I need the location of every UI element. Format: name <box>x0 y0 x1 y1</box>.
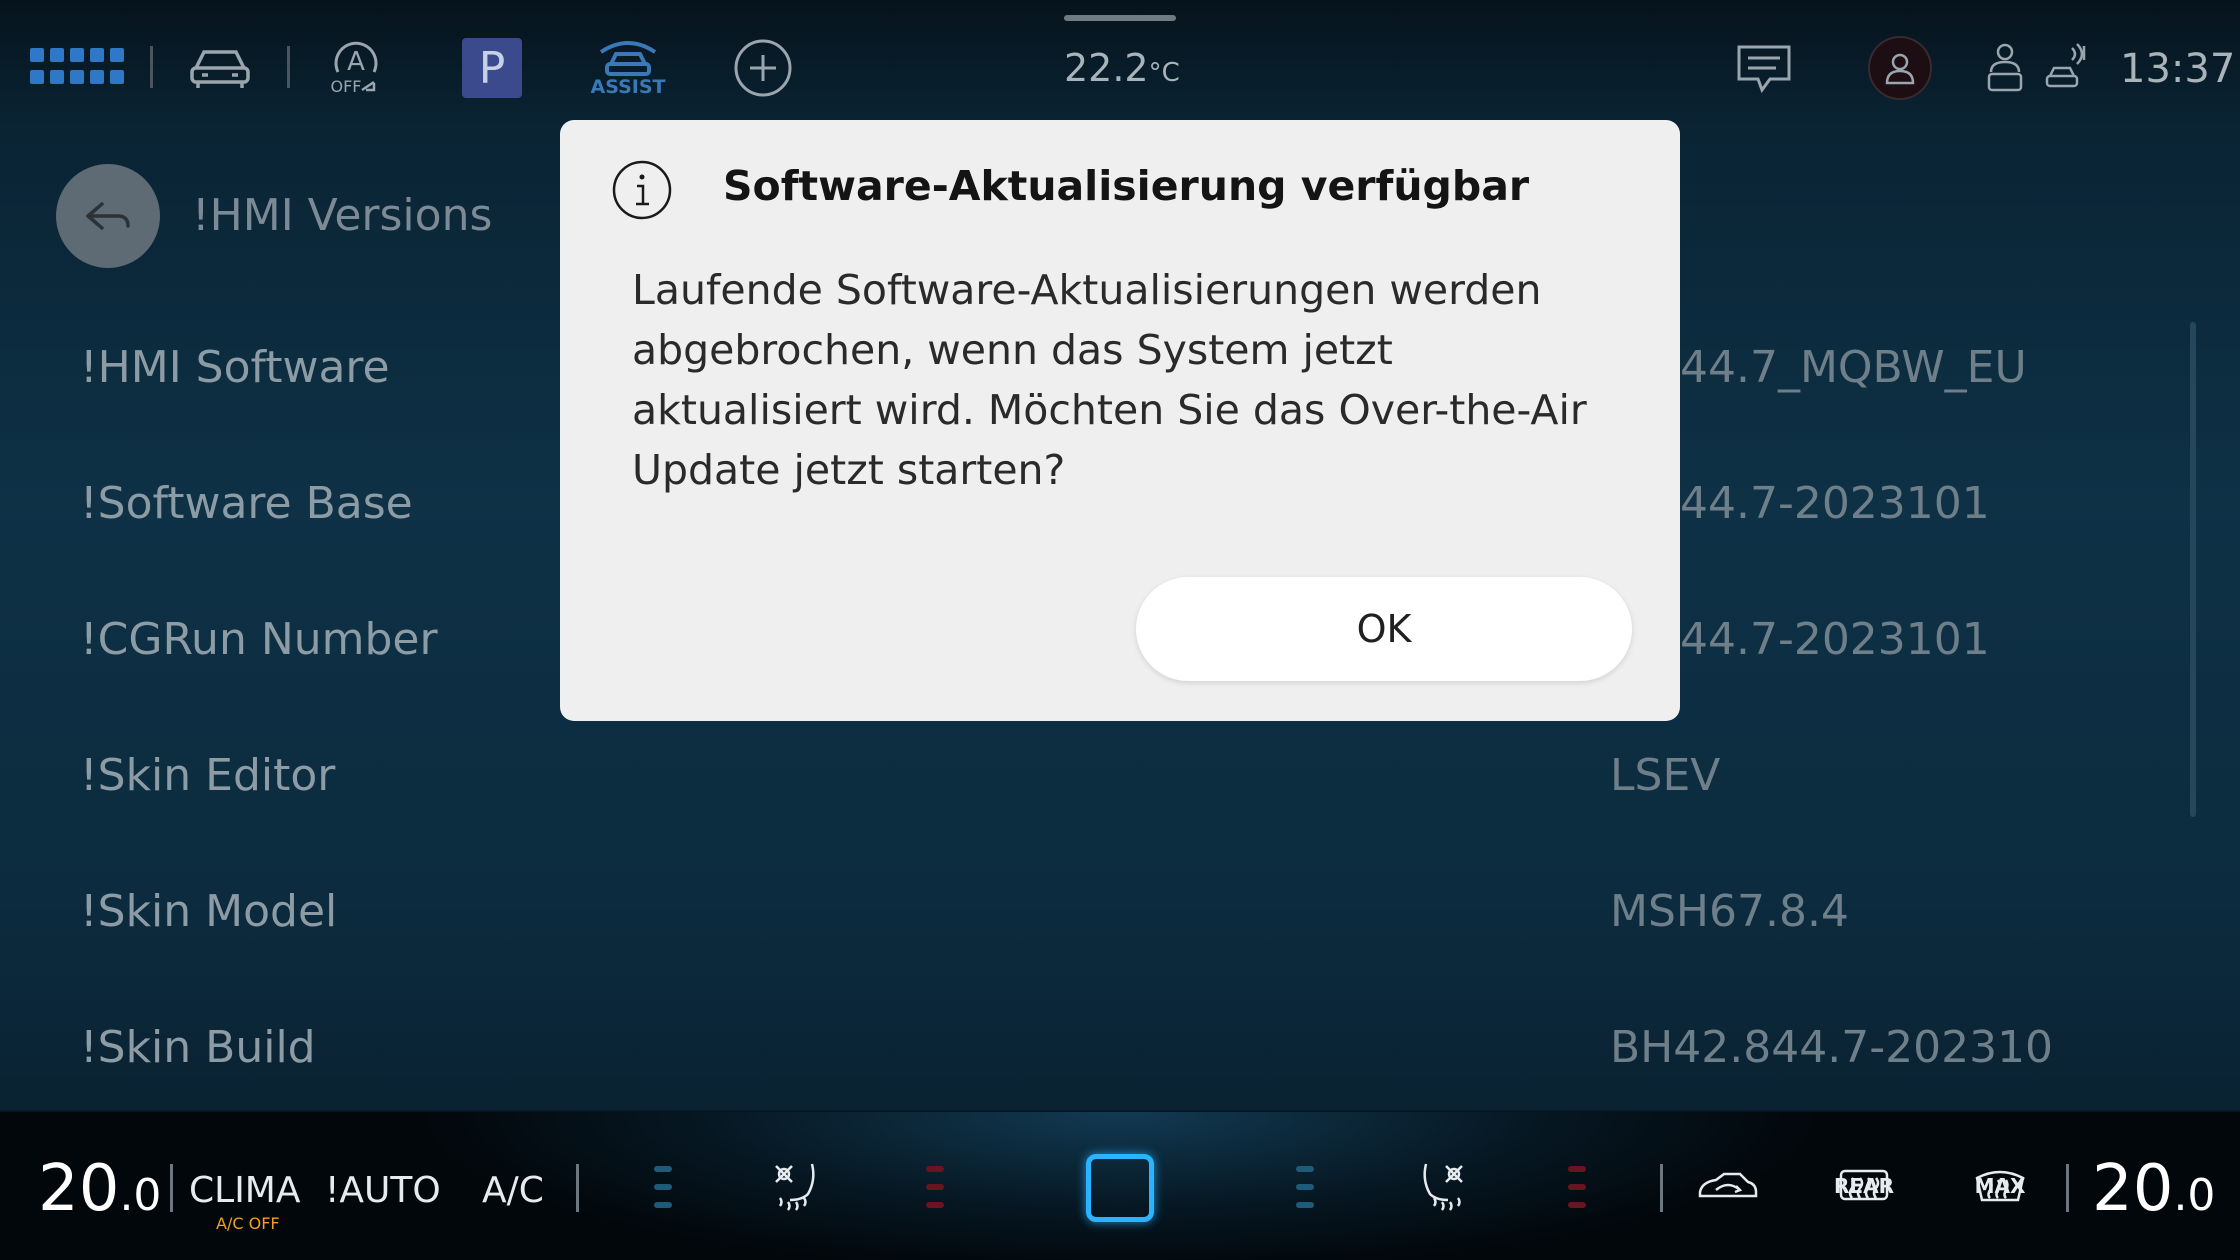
left-seat-ventilation-icon[interactable] <box>766 1160 826 1220</box>
left-temp-dec: .0 <box>119 1170 162 1221</box>
svg-text:OFF: OFF <box>331 77 362 96</box>
home-button[interactable] <box>1086 1154 1154 1222</box>
clima-button[interactable]: CLIMA <box>189 1170 301 1211</box>
divider <box>150 46 153 88</box>
back-button[interactable] <box>56 164 160 268</box>
parking-icon[interactable]: P <box>462 38 522 98</box>
ac-button[interactable]: A/C <box>482 1170 544 1211</box>
dialog-message: Laufende Software-Aktualisierungen werde… <box>632 266 1587 494</box>
max-label: MAX <box>1974 1174 2026 1198</box>
level-dash <box>654 1184 672 1190</box>
divider <box>2066 1164 2069 1212</box>
divider <box>576 1164 579 1212</box>
level-dash <box>1568 1202 1586 1208</box>
apps-grid-icon[interactable] <box>30 44 124 88</box>
row-label-hmi-software[interactable]: !HMI Software <box>80 342 390 393</box>
driver-icon[interactable] <box>1985 42 2025 94</box>
recirculation-icon[interactable] <box>1696 1170 1760 1206</box>
message-icon[interactable] <box>1736 44 1792 94</box>
right-temp-dec: .0 <box>2173 1170 2216 1221</box>
row-label-software-base[interactable]: !Software Base <box>80 478 413 529</box>
max-defrost-button[interactable]: MAX <box>1972 1154 2028 1218</box>
row-value-skin-build: BH42.844.7-202310 <box>1610 1022 2054 1073</box>
divider <box>170 1164 173 1212</box>
ac-off-indicator: A/C OFF <box>216 1214 280 1233</box>
screen: A OFF P ASSIST 22.2°C 13:37 !HMI Version… <box>0 0 2240 1260</box>
rear-label: REAR <box>1834 1174 1894 1198</box>
svg-text:A: A <box>347 47 365 77</box>
parking-label: P <box>478 42 506 94</box>
row-label-skin-model[interactable]: !Skin Model <box>80 886 337 937</box>
row-label-skin-editor[interactable]: !Skin Editor <box>80 750 335 801</box>
row-label-skin-build[interactable]: !Skin Build <box>80 1022 316 1073</box>
level-dash <box>654 1202 672 1208</box>
level-dash <box>1568 1184 1586 1190</box>
clock: 13:37 <box>2120 46 2236 92</box>
left-temp-int: 20 <box>38 1152 120 1226</box>
divider <box>1660 1164 1663 1212</box>
car-icon[interactable] <box>188 44 252 90</box>
scrollbar[interactable] <box>2190 322 2196 817</box>
right-temperature[interactable]: 20.0 <box>2092 1152 2215 1226</box>
assist-car-icon[interactable]: ASSIST <box>590 36 666 100</box>
assist-label: ASSIST <box>590 76 666 98</box>
add-icon[interactable] <box>733 38 793 98</box>
back-arrow-icon <box>86 202 130 230</box>
auto-button[interactable]: !AUTO <box>325 1170 441 1211</box>
dialog-title: Software-Aktualisierung verfügbar <box>723 162 1530 210</box>
outside-temp-unit: °C <box>1148 58 1180 88</box>
outside-temperature: 22.2°C <box>1064 46 1180 90</box>
level-dash <box>926 1166 944 1172</box>
rear-defrost-button[interactable]: REAR <box>1834 1154 1894 1218</box>
left-temperature[interactable]: 20.0 <box>38 1152 161 1226</box>
row-label-cgrun-number[interactable]: !CGRun Number <box>80 614 438 665</box>
level-dash <box>1296 1184 1314 1190</box>
info-icon <box>612 160 672 220</box>
level-dash <box>1296 1202 1314 1208</box>
divider <box>287 46 290 88</box>
update-dialog: Software-Aktualisierung verfügbar Laufen… <box>560 120 1680 721</box>
outside-temp-value: 22.2 <box>1064 46 1149 90</box>
level-dash <box>926 1184 944 1190</box>
level-dash <box>654 1166 672 1172</box>
climate-bar: 20.0 CLIMA A/C OFF !AUTO A/C REAR MAX 20… <box>0 1112 2240 1260</box>
auto-hold-icon[interactable]: A OFF <box>326 36 386 96</box>
page-title: !HMI Versions <box>192 190 493 241</box>
pull-down-handle[interactable] <box>1064 15 1176 21</box>
row-value-skin-model: MSH67.8.4 <box>1610 886 1849 937</box>
right-seat-ventilation-icon[interactable] <box>1412 1160 1472 1220</box>
connectivity-icon[interactable] <box>2044 42 2088 94</box>
row-value-skin-editor: LSEV <box>1610 750 1721 801</box>
level-dash <box>1296 1166 1314 1172</box>
status-bar: A OFF P ASSIST 22.2°C 13:37 <box>0 0 2240 125</box>
right-temp-int: 20 <box>2092 1152 2174 1226</box>
profile-icon[interactable] <box>1868 36 1932 100</box>
level-dash <box>926 1202 944 1208</box>
ok-button[interactable]: OK <box>1136 577 1632 681</box>
level-dash <box>1568 1166 1586 1172</box>
